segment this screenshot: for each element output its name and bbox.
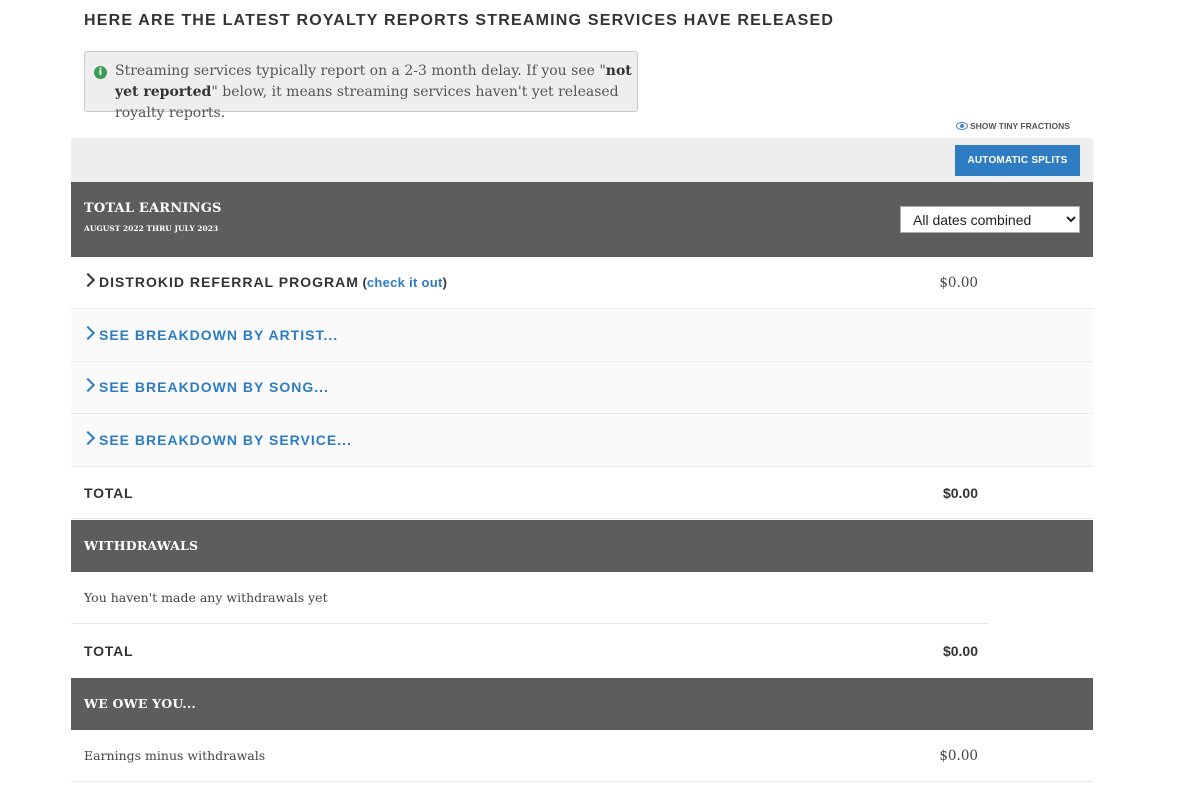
date-range-select[interactable]: All dates combined — [900, 206, 1080, 233]
withdrawals-total-row: TOTAL $0.00 — [71, 625, 1093, 677]
notice-text: Streaming services typically report on a… — [115, 63, 632, 121]
breakdown-by-song-row[interactable]: SEE BREAKDOWN BY SONG... — [71, 362, 1093, 414]
automatic-splits-button[interactable]: AUTOMATIC SPLITS — [955, 145, 1080, 176]
earnings-total-row: TOTAL $0.00 — [71, 467, 1093, 519]
chevron-right-icon — [80, 430, 96, 446]
total-earnings-header: TOTAL EARNINGS AUGUST 2022 THRU JULY 202… — [71, 182, 1093, 257]
breakdown-by-song-link[interactable]: SEE BREAKDOWN BY SONG... — [99, 379, 329, 395]
earnings-total-amount: $0.00 — [942, 485, 978, 501]
earnings-minus-withdrawals-row: Earnings minus withdrawals $0.00 — [71, 730, 1093, 782]
page-headline: HERE ARE THE LATEST ROYALTY REPORTS STRE… — [84, 12, 835, 29]
show-tiny-fractions-label: SHOW TINY FRACTIONS — [970, 121, 1070, 131]
show-tiny-fractions-link[interactable]: SHOW TINY FRACTIONS — [956, 121, 1070, 131]
withdrawals-title: WITHDRAWALS — [84, 538, 199, 553]
splits-bar — [71, 138, 1093, 182]
chevron-right-icon — [80, 325, 96, 341]
referral-program-label: DISTROKID REFERRAL PROGRAM (check it out… — [99, 274, 447, 290]
withdrawals-empty-message: You haven't made any withdrawals yet — [84, 590, 328, 605]
breakdown-by-artist-row[interactable]: SEE BREAKDOWN BY ARTIST... — [71, 310, 1093, 362]
chevron-right-icon — [80, 272, 96, 288]
delay-notice: i Streaming services typically report on… — [84, 51, 638, 121]
total-earnings-range: AUGUST 2022 THRU JULY 2023 — [84, 224, 219, 233]
earnings-minus-withdrawals-amount: $0.00 — [939, 748, 978, 764]
withdrawals-total-amount: $0.00 — [942, 643, 978, 659]
we-owe-you-header: WE OWE YOU... — [71, 678, 1093, 730]
we-owe-you-title: WE OWE YOU... — [84, 696, 196, 711]
withdrawals-header: WITHDRAWALS — [71, 520, 1093, 572]
breakdown-by-service-link[interactable]: SEE BREAKDOWN BY SERVICE... — [99, 432, 352, 448]
info-icon: i — [94, 66, 107, 79]
earnings-minus-withdrawals-label: Earnings minus withdrawals — [84, 748, 266, 763]
eye-icon — [956, 122, 968, 130]
check-it-out-link[interactable]: check it out — [367, 275, 443, 290]
referral-amount: $0.00 — [939, 275, 978, 291]
chevron-right-icon — [80, 377, 96, 393]
withdrawals-empty-row: You haven't made any withdrawals yet — [71, 572, 989, 624]
withdrawals-total-label: TOTAL — [84, 643, 134, 659]
breakdown-by-service-row[interactable]: SEE BREAKDOWN BY SERVICE... — [71, 415, 1093, 467]
total-earnings-title: TOTAL EARNINGS — [84, 201, 222, 216]
earnings-total-label: TOTAL — [84, 485, 134, 501]
referral-program-row[interactable]: DISTROKID REFERRAL PROGRAM (check it out… — [71, 257, 1093, 309]
breakdown-by-artist-link[interactable]: SEE BREAKDOWN BY ARTIST... — [99, 327, 338, 343]
